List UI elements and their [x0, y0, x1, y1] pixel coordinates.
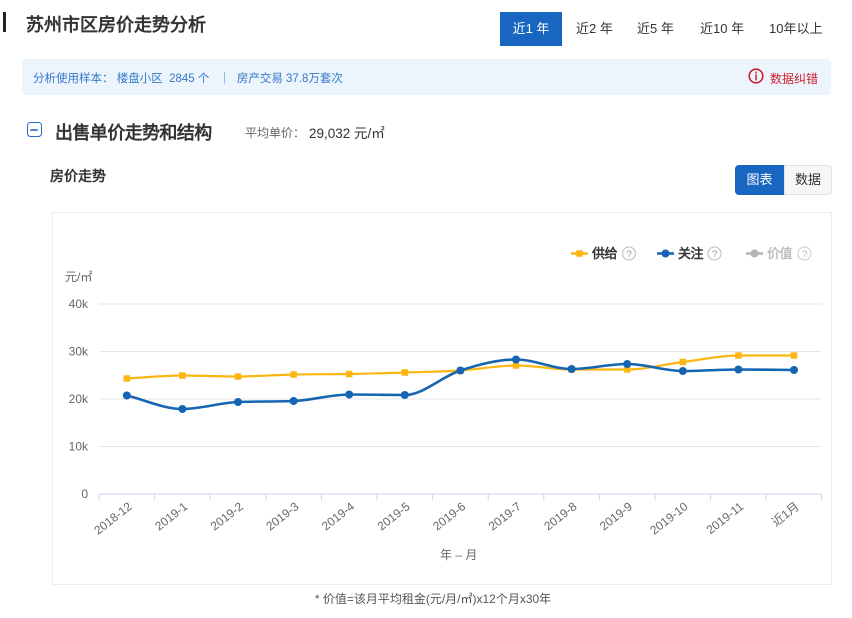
svg-text:20k: 20k: [69, 392, 89, 406]
svg-text:2019-11: 2019-11: [704, 499, 747, 537]
svg-text:?: ?: [712, 250, 718, 261]
svg-text:元/㎡: 元/㎡: [65, 270, 92, 284]
svg-text:?: ?: [802, 250, 808, 261]
svg-text:0: 0: [81, 487, 88, 501]
svg-text:2019-5: 2019-5: [375, 499, 413, 533]
svg-text:2019-10: 2019-10: [647, 499, 691, 537]
svg-text:40k: 40k: [69, 297, 89, 311]
svg-text:近1月: 近1月: [769, 499, 802, 529]
svg-text:10k: 10k: [69, 440, 89, 454]
svg-text:?: ?: [626, 250, 632, 261]
svg-text:关注: 关注: [678, 246, 704, 261]
svg-text:2019-7: 2019-7: [486, 499, 524, 533]
svg-text:2019-6: 2019-6: [430, 499, 468, 533]
svg-text:2018-12: 2018-12: [91, 499, 135, 537]
svg-text:供给: 供给: [591, 246, 618, 261]
svg-text:2019-8: 2019-8: [541, 499, 579, 533]
svg-text:价值: 价值: [767, 246, 793, 261]
svg-text:30k: 30k: [69, 345, 89, 359]
svg-text:2019-2: 2019-2: [208, 499, 246, 533]
svg-text:2019-3: 2019-3: [263, 499, 301, 533]
svg-text:年 – 月: 年 – 月: [440, 548, 477, 562]
svg-text:2019-1: 2019-1: [152, 499, 190, 533]
svg-text:2019-9: 2019-9: [597, 499, 635, 533]
svg-text:2019-4: 2019-4: [319, 499, 357, 533]
